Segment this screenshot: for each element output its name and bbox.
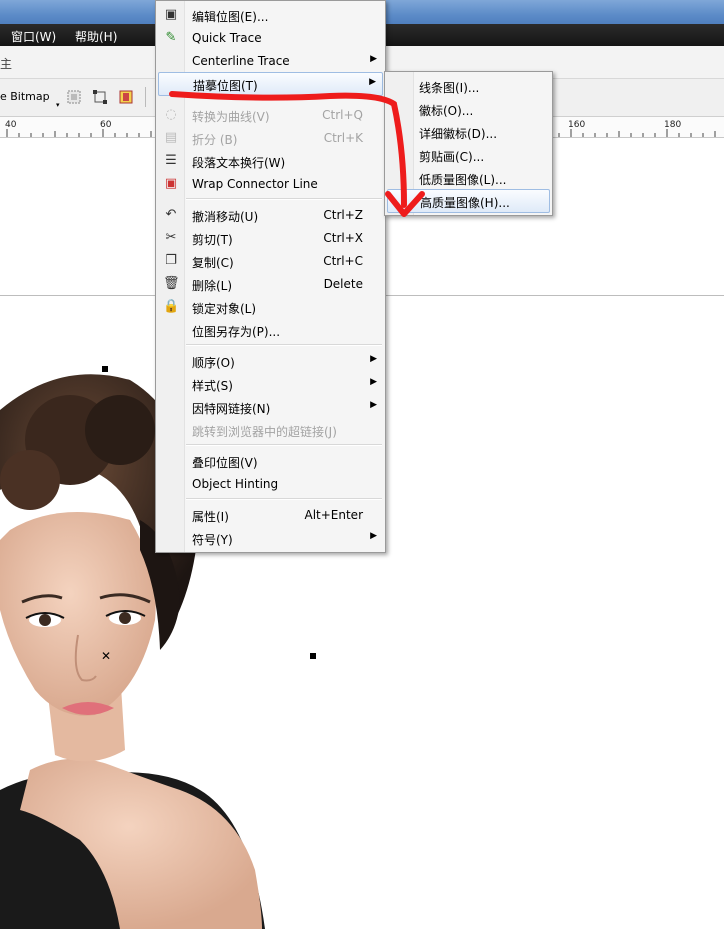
red-annotation-arrow xyxy=(169,91,425,217)
